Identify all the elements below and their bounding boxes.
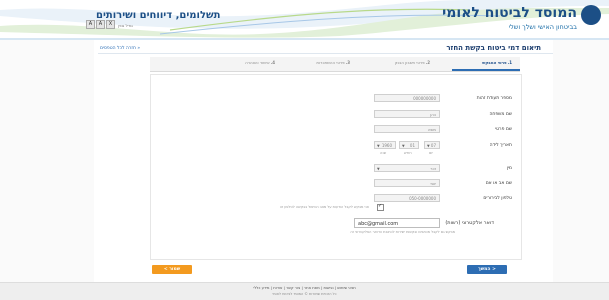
step-2[interactable]: 2.פרטי חשבון הבנק [395, 60, 430, 65]
step-3[interactable]: 3.פרטי ההשתכרות [316, 60, 350, 65]
chevron-left-icon: « [135, 46, 141, 51]
parent-name-input[interactable]: יוסי [374, 179, 440, 187]
logo-title: המוסד לביטוח לאומי [442, 5, 577, 21]
sms-consent-checkbox[interactable] [377, 203, 384, 211]
right-gutter [553, 40, 609, 282]
back-link-text: חזרה לכל הטפסים [100, 46, 136, 51]
first-name-label: שם פרטי [495, 127, 512, 132]
next-button[interactable]: המשך > [467, 265, 507, 274]
dob-month-sublabel: חודש [404, 151, 412, 155]
logo[interactable]: המוסד לביטוח לאומי בביטחון האישי ושלך וש… [434, 0, 609, 38]
footer-copyright: כל הזכויות שמורות © המוסד לביטוח לאומי [272, 292, 337, 296]
save-button[interactable]: < שמור [152, 265, 192, 274]
page-title: תיאום דמי ביטוח בקשת החזר [446, 44, 541, 52]
close-control[interactable]: X [106, 20, 115, 29]
back-to-forms-link[interactable]: « חזרה לכל הטפסים [100, 46, 140, 51]
step-3-label: פרטי ההשתכרות [316, 60, 345, 65]
step-4-number: 4. [270, 60, 275, 65]
site-footer: תנאי שימוש | נגישות | מפת אתר | צור קשר … [0, 282, 609, 300]
id-input[interactable]: 000000000 [374, 94, 440, 102]
step-3-number: 3. [345, 60, 350, 65]
footer-links[interactable]: תנאי שימוש | נגישות | מפת אתר | צור קשר … [0, 285, 609, 290]
gender-select[interactable]: זכר [374, 164, 440, 172]
dob-year-select[interactable]: 1960 [374, 141, 396, 149]
title-separator [98, 53, 553, 54]
phone-input[interactable]: 050-0000000 [374, 194, 440, 202]
step-2-number: 2. [425, 60, 430, 65]
gender-label: מין [506, 166, 512, 171]
font-control-a-large[interactable]: A [96, 20, 105, 29]
email-input[interactable]: abc@gmail.com [354, 218, 440, 228]
first-name-input[interactable]: משה [374, 125, 440, 133]
id-label: מספר תעודת זהות [476, 96, 512, 101]
font-control-a[interactable]: A [86, 20, 95, 29]
email-note: מבקש גם לקבל מכתבים ובקשות ישירות לכתובת… [350, 230, 455, 234]
step-2-label: פרטי חשבון הבנק [394, 60, 425, 65]
parent-name-label: שם אב או אם [485, 181, 512, 186]
form-panel [150, 74, 522, 260]
step-1-label: פרטי המבקש [482, 60, 507, 65]
email-label: דואר אלקטרוני (רשות) [445, 220, 494, 226]
dob-label: תאריך לידה [489, 143, 512, 148]
font-size-label: גודל גופן [118, 23, 133, 28]
dob-year-sublabel: שנה [380, 151, 387, 155]
last-name-input[interactable]: כהן [374, 110, 440, 118]
dob-day-sublabel: יום [429, 151, 434, 155]
emblem-icon [581, 5, 601, 25]
active-step-indicator [452, 69, 520, 71]
site-header: המוסד לביטוח לאומי בביטחון האישי ושלך וש… [0, 0, 609, 38]
sms-consent-note: אני מבקש לקבל הודעות על מצב הטיפול בבקשה… [279, 205, 369, 209]
phone-label: טלפון לבירורים [483, 196, 512, 201]
last-name-label: שם משפחה [489, 112, 512, 117]
left-gutter [0, 40, 94, 282]
step-1-number: 1. [507, 60, 512, 65]
step-4-label: אישור והצהרה [245, 60, 270, 65]
step-4[interactable]: 4.אישור והצהרה [245, 60, 275, 65]
steps-bar: 1.פרטי המבקש 2.פרטי חשבון הבנק 3.פרטי הה… [150, 57, 520, 72]
dob-month-select[interactable]: 01 [399, 141, 419, 149]
step-1[interactable]: 1.פרטי המבקש [482, 60, 512, 65]
logo-subtitle: בביטחון האישי ושלך ושלי [508, 23, 577, 31]
dob-day-select[interactable]: 07 [424, 141, 440, 149]
